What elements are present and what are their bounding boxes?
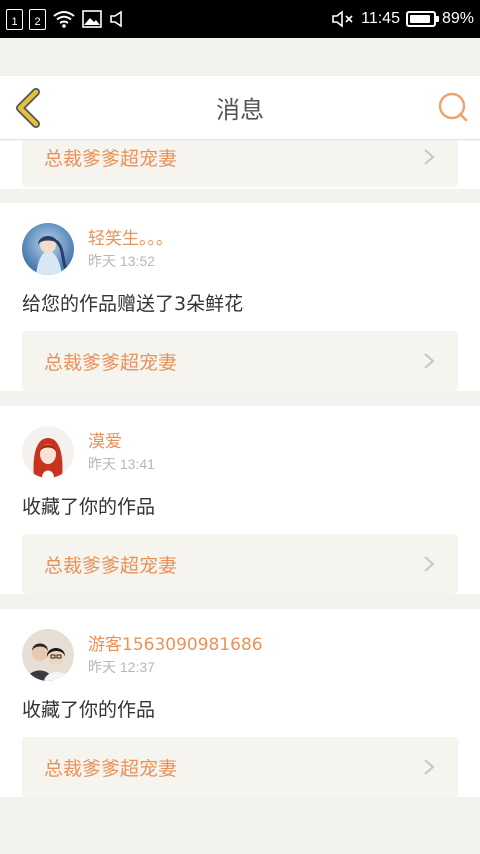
- message-card: 轻笑生。。。 昨天 13:52 给您的作品赠送了3朵鲜花 总裁爹爹超宠妻: [0, 203, 480, 391]
- chevron-right-icon: [424, 353, 435, 369]
- message-card: 游客1563090981686 昨天 12:37 收藏了你的作品 总裁爹爹超宠妻: [0, 609, 480, 797]
- work-link[interactable]: 总裁爹爹超宠妻: [22, 141, 458, 187]
- work-title: 总裁爹爹超宠妻: [44, 147, 178, 170]
- message-card: 漠爱 昨天 13:41 收藏了你的作品 总裁爹爹超宠妻: [0, 406, 480, 594]
- user-meta: 漠爱 昨天 13:41: [88, 431, 155, 474]
- message-text: 给您的作品赠送了3朵鲜花: [22, 293, 244, 315]
- message-card: 总裁爹爹超宠妻: [0, 141, 480, 189]
- user-row: 游客1563090981686 昨天 12:37: [22, 609, 458, 681]
- work-title: 总裁爹爹超宠妻: [44, 757, 178, 780]
- message-time: 昨天 12:37: [88, 658, 155, 675]
- message-time: 昨天 13:41: [88, 455, 155, 472]
- work-link[interactable]: 总裁爹爹超宠妻: [22, 737, 458, 797]
- chevron-right-icon: [424, 149, 435, 165]
- sim-2-icon: 2: [29, 8, 46, 30]
- battery-icon: [405, 11, 439, 27]
- work-link[interactable]: 总裁爹爹超宠妻: [22, 331, 458, 391]
- chevron-left-icon: [16, 88, 40, 128]
- username[interactable]: 轻笑生。。。: [88, 228, 173, 250]
- search-icon: [438, 92, 468, 122]
- work-title: 总裁爹爹超宠妻: [44, 554, 178, 577]
- status-bar: 1 2 11:45 89%: [0, 0, 480, 38]
- mute-icon: [332, 10, 353, 28]
- user-row: 漠爱 昨天 13:41: [22, 406, 458, 478]
- status-bar-left: 1 2: [6, 8, 128, 30]
- status-bar-right: 11:45 89%: [331, 9, 474, 29]
- image-icon: [82, 10, 102, 28]
- search-button[interactable]: [436, 90, 470, 124]
- chevron-right-icon: [424, 556, 435, 572]
- chevron-right-icon: [424, 759, 435, 775]
- back-button[interactable]: [12, 88, 48, 128]
- username[interactable]: 游客1563090981686: [88, 634, 263, 656]
- message-time: 昨天 13:52: [88, 252, 155, 269]
- avatar[interactable]: [22, 426, 74, 478]
- avatar[interactable]: [22, 629, 74, 681]
- battery-percent: 89%: [441, 10, 474, 27]
- app-header: 消息: [0, 76, 480, 140]
- avatar[interactable]: [22, 223, 74, 275]
- status-time: 11:45: [361, 10, 400, 27]
- work-link[interactable]: 总裁爹爹超宠妻: [22, 534, 458, 594]
- username[interactable]: 漠爱: [88, 431, 155, 453]
- sim-1-icon: 1: [6, 8, 23, 30]
- page-title: 消息: [216, 96, 264, 124]
- work-title: 总裁爹爹超宠妻: [44, 351, 178, 374]
- user-meta: 轻笑生。。。 昨天 13:52: [88, 228, 173, 271]
- message-text: 收藏了你的作品: [22, 699, 156, 721]
- user-meta: 游客1563090981686 昨天 12:37: [88, 634, 263, 677]
- message-text: 收藏了你的作品: [22, 496, 156, 518]
- top-spacer: [0, 38, 480, 76]
- message-list[interactable]: 总裁爹爹超宠妻 轻笑生。。。 昨天 13:52 给您的作品赠送了3朵鲜花 总裁爹…: [0, 141, 480, 854]
- wifi-icon: [53, 11, 75, 28]
- volume-icon: [110, 10, 122, 28]
- user-row: 轻笑生。。。 昨天 13:52: [22, 203, 458, 275]
